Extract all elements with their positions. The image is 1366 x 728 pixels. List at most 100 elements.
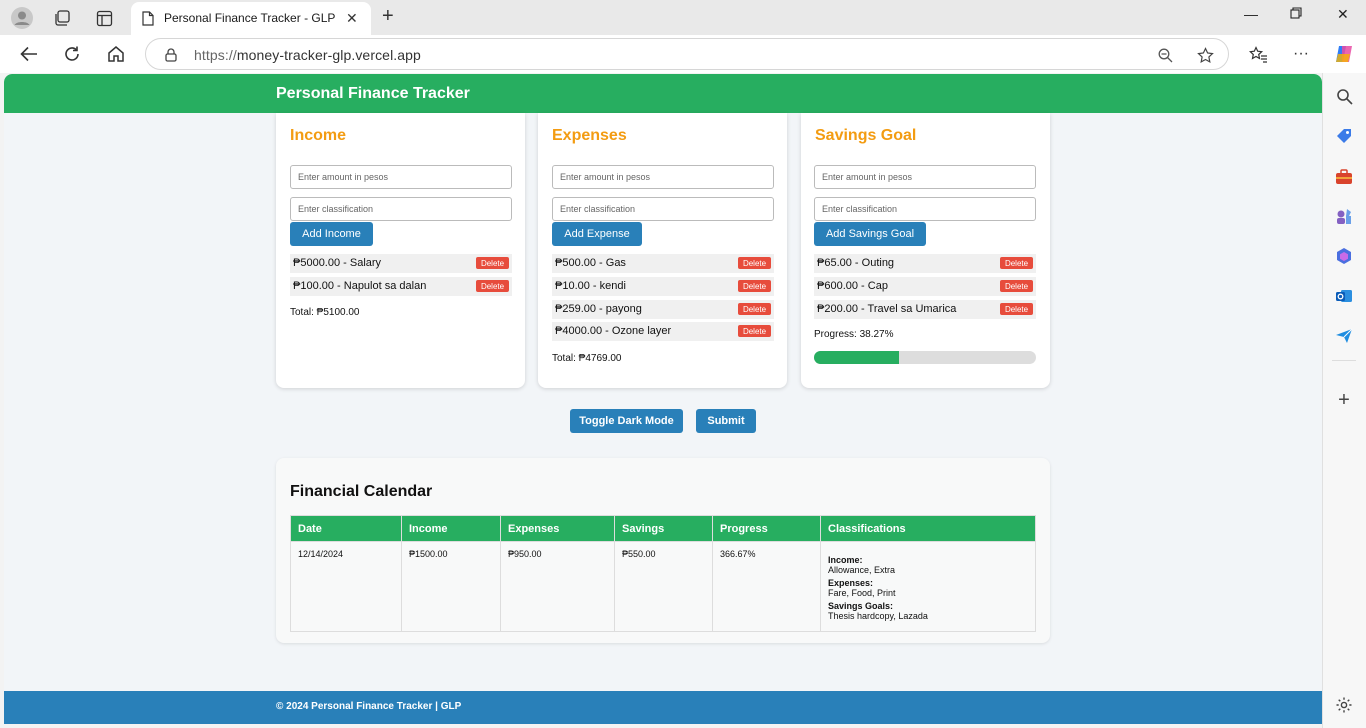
income-classification-input[interactable] (290, 197, 512, 221)
delete-button[interactable]: Delete (1000, 280, 1033, 292)
footer-text: © 2024 Personal Finance Tracker | GLP (276, 701, 462, 712)
savings-entry: ₱200.00 - Travel sa Umarica Delete (814, 300, 1036, 319)
sidebar-divider (1332, 360, 1356, 361)
expense-entry: ₱259.00 - payong Delete (552, 300, 774, 319)
add-icon[interactable]: + (1333, 389, 1355, 411)
url-text[interactable]: https://money-tracker-glp.vercel.app (194, 47, 421, 63)
calendar-table: Date Income Expenses Savings Progress Cl… (290, 515, 1036, 632)
add-savings-goal-button[interactable]: Add Savings Goal (814, 222, 926, 246)
search-icon[interactable] (1333, 85, 1355, 107)
submit-button[interactable]: Submit (696, 409, 756, 433)
savings-title: Savings Goal (815, 127, 917, 144)
refresh-icon[interactable] (61, 43, 83, 65)
expense-entry: ₱10.00 - kendi Delete (552, 277, 774, 296)
savings-progress-fill (814, 351, 899, 364)
restore-icon[interactable] (1290, 6, 1302, 22)
add-income-button[interactable]: Add Income (290, 222, 373, 246)
expenses-total: Total: ₱4769.00 (552, 353, 622, 364)
toggle-dark-mode-button[interactable]: Toggle Dark Mode (570, 409, 683, 433)
income-card: Income Add Income ₱5000.00 - Salary Dele… (276, 113, 525, 388)
expenses-card: Expenses Add Expense ₱500.00 - Gas Delet… (538, 113, 787, 388)
send-icon[interactable] (1333, 325, 1355, 347)
delete-button[interactable]: Delete (738, 280, 771, 292)
expense-amount-input[interactable] (552, 165, 774, 189)
url-bar[interactable]: https://money-tracker-glp.vercel.app (145, 38, 1229, 70)
expense-entry: ₱4000.00 - Ozone layer Delete (552, 322, 774, 341)
back-icon[interactable] (18, 43, 40, 65)
close-window-icon[interactable]: ✕ (1337, 6, 1349, 23)
savings-classification-values: Thesis hardcopy, Lazada (828, 611, 928, 621)
address-toolbar: https://money-tracker-glp.vercel.app ··· (0, 35, 1366, 73)
savings-classification-input[interactable] (814, 197, 1036, 221)
outlook-icon[interactable] (1333, 285, 1355, 307)
table-row: 12/14/2024 ₱1500.00 ₱950.00 ₱550.00 366.… (290, 541, 1036, 632)
home-icon[interactable] (105, 43, 127, 65)
copilot-icon[interactable] (1332, 42, 1356, 66)
lock-icon[interactable] (164, 47, 178, 63)
microsoft365-icon[interactable] (1333, 245, 1355, 267)
column-header: Income (401, 515, 501, 542)
income-title: Income (290, 127, 347, 144)
app-title: Personal Finance Tracker (276, 85, 470, 102)
workspaces-icon[interactable] (52, 8, 72, 28)
savings-classification-heading: Savings Goals: (828, 601, 894, 611)
savings-progress-bar (814, 351, 1036, 364)
minimize-icon[interactable]: — (1244, 6, 1258, 22)
tools-icon[interactable] (1333, 166, 1355, 188)
income-classification-heading: Income: (828, 555, 863, 565)
expenses-title: Expenses (552, 127, 627, 144)
add-expense-button[interactable]: Add Expense (552, 222, 642, 246)
vertical-tabs-icon[interactable] (94, 8, 114, 28)
calendar-title: Financial Calendar (290, 483, 433, 500)
app-header: Personal Finance Tracker (4, 74, 1322, 113)
browser-tab-bar: Personal Finance Tracker - GLP ✕ + — ✕ (0, 0, 1366, 35)
financial-calendar: Financial Calendar Date Income Expenses … (276, 458, 1050, 643)
settings-icon[interactable] (1333, 694, 1355, 716)
column-header: Date (290, 515, 402, 542)
savings-progress-label: Progress: 38.27% (814, 329, 894, 340)
column-header: Progress (712, 515, 821, 542)
active-tab[interactable]: Personal Finance Tracker - GLP ✕ (131, 2, 371, 35)
cell-date: 12/14/2024 (290, 541, 402, 632)
column-header: Expenses (500, 515, 615, 542)
expenses-classification-heading: Expenses: (828, 578, 874, 588)
cell-progress: 366.67% (712, 541, 821, 632)
app-footer: © 2024 Personal Finance Tracker | GLP (4, 691, 1322, 724)
delete-button[interactable]: Delete (476, 257, 509, 269)
cell-savings: ₱550.00 (614, 541, 713, 632)
page-viewport: Personal Finance Tracker Income Add Inco… (4, 74, 1322, 724)
page-icon (141, 10, 155, 26)
expenses-classification-values: Fare, Food, Print (828, 588, 896, 598)
income-amount-input[interactable] (290, 165, 512, 189)
income-entry: ₱100.00 - Napulot sa dalan Delete (290, 277, 512, 296)
zoom-icon[interactable] (1156, 46, 1174, 64)
more-options-icon[interactable]: ··· (1290, 43, 1312, 65)
income-entry: ₱5000.00 - Salary Delete (290, 254, 512, 273)
savings-amount-input[interactable] (814, 165, 1036, 189)
column-header: Classifications (820, 515, 1036, 542)
delete-button[interactable]: Delete (738, 257, 771, 269)
delete-button[interactable]: Delete (738, 325, 771, 337)
table-header-row: Date Income Expenses Savings Progress Cl… (290, 515, 1036, 542)
delete-button[interactable]: Delete (1000, 257, 1033, 269)
delete-button[interactable]: Delete (1000, 303, 1033, 315)
cell-classifications: Income: Allowance, Extra Expenses: Fare,… (820, 541, 1036, 632)
income-classification-values: Allowance, Extra (828, 565, 896, 575)
games-icon[interactable] (1333, 205, 1355, 227)
expense-classification-input[interactable] (552, 197, 774, 221)
income-total: Total: ₱5100.00 (290, 307, 360, 318)
profile-icon[interactable] (10, 6, 34, 30)
savings-entry: ₱65.00 - Outing Delete (814, 254, 1036, 273)
new-tab-icon[interactable]: + (382, 5, 394, 28)
delete-button[interactable]: Delete (738, 303, 771, 315)
cell-income: ₱1500.00 (401, 541, 501, 632)
delete-button[interactable]: Delete (476, 280, 509, 292)
shopping-tag-icon[interactable] (1333, 125, 1355, 147)
favorites-icon[interactable] (1247, 43, 1269, 65)
column-header: Savings (614, 515, 713, 542)
savings-card: Savings Goal Add Savings Goal ₱65.00 - O… (801, 113, 1050, 388)
expense-entry: ₱500.00 - Gas Delete (552, 254, 774, 273)
close-tab-icon[interactable]: ✕ (346, 10, 358, 27)
favorite-star-icon[interactable] (1196, 46, 1214, 64)
savings-entry: ₱600.00 - Cap Delete (814, 277, 1036, 296)
